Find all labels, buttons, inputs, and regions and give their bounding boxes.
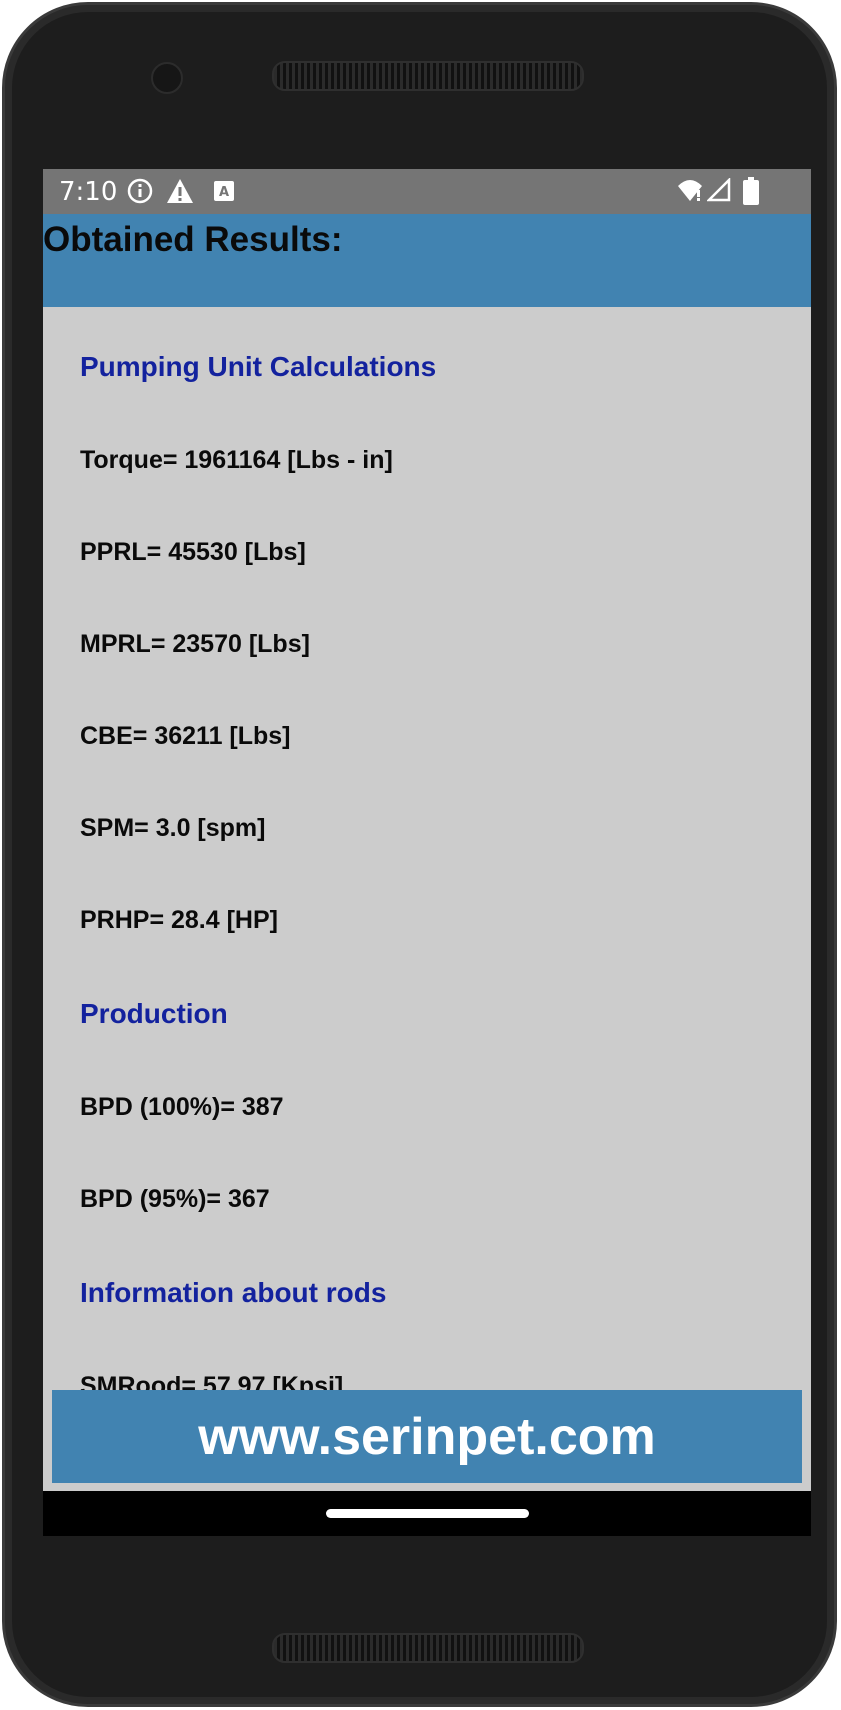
result-pprl: PPRL= 45530 [Lbs] [80,538,306,566]
result-torque: Torque= 1961164 [Lbs - in] [80,446,393,474]
home-gesture-handle[interactable] [326,1509,529,1518]
result-mprl: MPRL= 23570 [Lbs] [80,630,310,658]
section-heading-rods: Information about rods [80,1277,387,1308]
signal-icon [707,178,731,202]
phone-frame: 7:10 A Obtained Results: Pumping Unit Ca… [2,2,837,1707]
warning-icon [167,179,193,203]
result-bpd-95: BPD (95%)= 367 [80,1185,270,1213]
result-bpd-100: BPD (100%)= 387 [80,1093,284,1121]
wifi-icon [678,180,702,201]
top-speaker [272,61,584,91]
page-title: Obtained Results: [43,220,343,259]
bottom-speaker [272,1633,584,1663]
status-bar: 7:10 A [43,169,811,214]
result-cbe: CBE= 36211 [Lbs] [80,722,291,750]
front-camera [151,62,183,94]
screen: 7:10 A Obtained Results: Pumping Unit Ca… [43,169,811,1536]
result-prhp: PRHP= 28.4 [HP] [80,906,278,934]
info-icon [127,178,153,204]
website-banner[interactable]: www.serinpet.com [52,1390,802,1483]
svg-text:A: A [219,185,229,200]
result-spm: SPM= 3.0 [spm] [80,814,266,842]
navigation-bar [43,1491,811,1536]
battery-icon [743,177,759,205]
app-bar: Obtained Results: [43,214,811,307]
website-banner-text: www.serinpet.com [198,1407,656,1466]
text-a-icon: A [214,181,234,201]
section-heading-production: Production [80,998,228,1029]
status-time: 7:10 [59,177,118,207]
section-heading-pumping-unit: Pumping Unit Calculations [80,351,437,382]
